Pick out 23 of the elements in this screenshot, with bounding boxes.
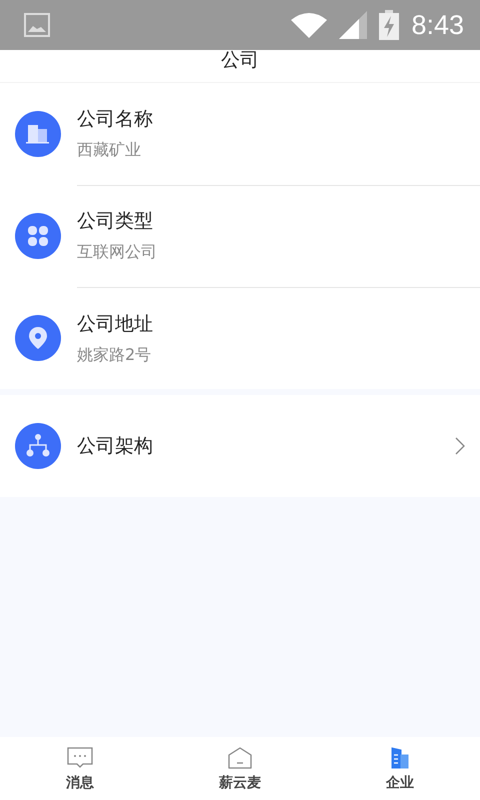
- grid-icon: [15, 213, 61, 259]
- clock-time: 8:43: [411, 10, 464, 40]
- tab[interactable]: 薪云麦: [160, 737, 320, 800]
- building-icon: [15, 111, 61, 157]
- menu-item[interactable]: 公司架构: [0, 395, 480, 497]
- tab[interactable]: 企业: [320, 737, 480, 800]
- battery-icon: [379, 10, 400, 40]
- signal-icon: [339, 11, 368, 39]
- field-label: 公司名称: [77, 107, 154, 132]
- home-icon: [226, 746, 254, 770]
- page-title: 公司: [221, 50, 259, 70]
- field-value: 西藏矿业: [77, 140, 142, 161]
- chevron-right-icon: [455, 437, 465, 455]
- wifi-icon: [291, 12, 328, 38]
- field-value: 互联网公司: [77, 242, 158, 263]
- field-label: 公司类型: [77, 209, 154, 234]
- field-value: 姚家路2号: [77, 344, 152, 366]
- pin-icon: [15, 315, 61, 361]
- image-icon: [24, 13, 50, 37]
- tab[interactable]: 消息: [0, 737, 160, 800]
- chat-icon: [66, 746, 94, 770]
- org-chart-icon: [15, 423, 61, 469]
- field-label: 公司地址: [77, 312, 154, 336]
